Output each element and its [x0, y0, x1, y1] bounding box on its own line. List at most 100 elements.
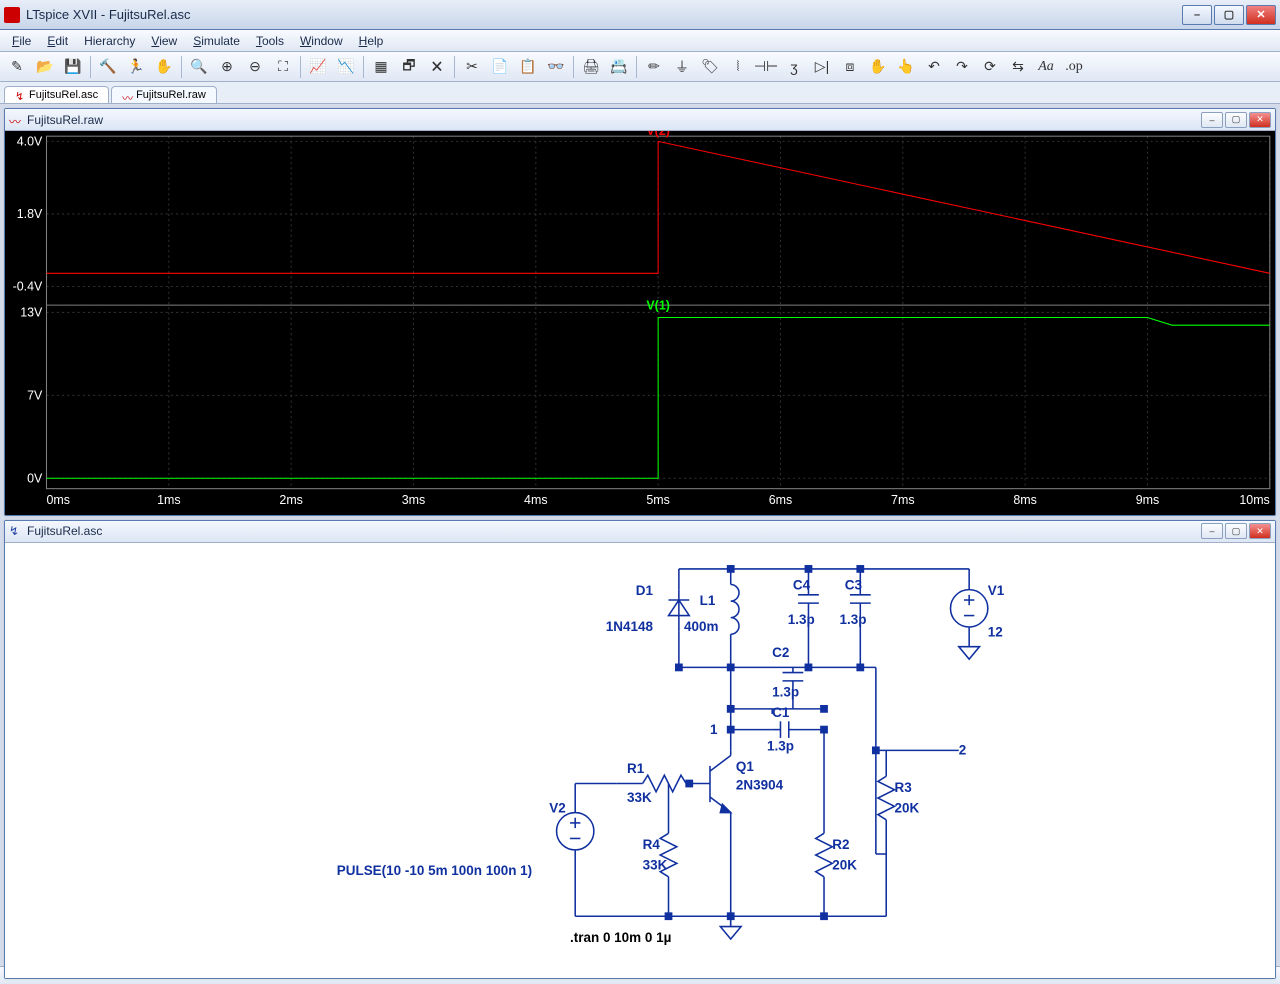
xtick-label: 5ms	[646, 493, 670, 507]
menu-window[interactable]: Window	[292, 32, 351, 50]
component-label-r2[interactable]: R2	[832, 836, 849, 851]
autorange-icon[interactable]: 📈	[305, 55, 331, 79]
move-icon[interactable]: ✋	[865, 55, 891, 79]
zoom-pan-icon[interactable]: ⊕	[214, 55, 240, 79]
trace-label-v2[interactable]: V(2)	[646, 131, 670, 138]
print-setup-icon[interactable]: 📇	[606, 55, 632, 79]
run-button[interactable]: 🏃	[123, 55, 149, 79]
waveform-titlebar[interactable]: 〰 FujitsuRel.raw – ▢ ✕	[5, 109, 1275, 131]
paste-icon[interactable]: 📋	[515, 55, 541, 79]
component-label-v1[interactable]: V1	[988, 582, 1005, 597]
schematic-canvas[interactable]: V1 12 D1 1N4148 L1 400m	[5, 543, 1275, 978]
component-value-c1[interactable]: 1.3p	[767, 738, 794, 753]
component-label-l1[interactable]: L1	[700, 593, 716, 608]
schematic-titlebar[interactable]: ↯ FujitsuRel.asc – ▢ ✕	[5, 521, 1275, 543]
schematic-window-title: FujitsuRel.asc	[27, 524, 1201, 538]
zoom-in-icon[interactable]: 🔍	[186, 55, 212, 79]
window-minimize-button[interactable]: –	[1182, 5, 1212, 25]
component-value-v2[interactable]: PULSE(10 -10 5m 100n 100n 1)	[337, 862, 532, 877]
print-icon[interactable]: 🖨	[578, 55, 604, 79]
mirror-icon[interactable]: ⇆	[1005, 55, 1031, 79]
spice-directive[interactable]: .tran 0 10m 0 1µ	[570, 930, 671, 945]
component-label-c3[interactable]: C3	[845, 577, 862, 592]
ytick-label: 7V	[27, 389, 43, 403]
zoom-out-icon[interactable]: ⊖	[242, 55, 268, 79]
rotate-icon[interactable]: ⟳	[977, 55, 1003, 79]
xtick-label: 4ms	[524, 493, 548, 507]
component-value-r2[interactable]: 20K	[832, 857, 857, 872]
halt-icon[interactable]: ✋	[151, 55, 177, 79]
component-value-c3[interactable]: 1.3p	[840, 611, 867, 626]
spice-directive-icon[interactable]: .op	[1061, 55, 1087, 79]
component-value-r3[interactable]: 20K	[895, 800, 920, 815]
cascade-icon[interactable]: 🗗	[396, 55, 422, 79]
toolbar-separator	[300, 56, 301, 78]
search-icon[interactable]: 👓	[543, 55, 569, 79]
component-label-r3[interactable]: R3	[895, 779, 912, 794]
component-value-c2[interactable]: 1.3p	[772, 684, 799, 699]
subwin-maximize-button[interactable]: ▢	[1225, 112, 1247, 128]
component-label-c4[interactable]: C4	[793, 577, 811, 592]
inductor-icon[interactable]: ʒ	[781, 55, 807, 79]
resistor-icon[interactable]: ⦚	[725, 55, 751, 79]
component-value-v1[interactable]: 12	[988, 624, 1003, 639]
component-value-d1[interactable]: 1N4148	[606, 619, 654, 634]
schematic-icon: ↯	[9, 524, 23, 538]
close-window-icon[interactable]: 🗙	[424, 55, 450, 79]
tile-icon[interactable]: ▦	[368, 55, 394, 79]
app-icon	[4, 7, 20, 23]
menu-file[interactable]: File	[4, 32, 39, 50]
waveform-plot-area[interactable]: 4.0V 1.8V -0.4V 13V 7V 0V V(2) V(1) 0ms1…	[5, 131, 1275, 515]
label-net-icon[interactable]: 🏷	[697, 55, 723, 79]
undo-icon[interactable]: ↶	[921, 55, 947, 79]
component-value-r1[interactable]: 33K	[627, 790, 652, 805]
net-label-2[interactable]: 2	[959, 742, 967, 757]
subwin-minimize-button[interactable]: –	[1201, 523, 1223, 539]
open-button[interactable]: 📂	[32, 55, 58, 79]
window-maximize-button[interactable]: ▢	[1214, 5, 1244, 25]
component-label-q1[interactable]: Q1	[736, 759, 754, 774]
menu-edit[interactable]: Edit	[39, 32, 76, 50]
subwin-minimize-button[interactable]: –	[1201, 112, 1223, 128]
xtick-label: 3ms	[402, 493, 425, 507]
new-schematic-button[interactable]: ✎	[4, 55, 30, 79]
component-label-c1[interactable]: C1	[772, 705, 790, 720]
tab-schematic[interactable]: ↯ FujitsuRel.asc	[4, 86, 109, 103]
redo-icon[interactable]: ↷	[949, 55, 975, 79]
subwin-maximize-button[interactable]: ▢	[1225, 523, 1247, 539]
menu-tools[interactable]: Tools	[248, 32, 292, 50]
window-close-button[interactable]: ✕	[1246, 5, 1276, 25]
component-label-c2[interactable]: C2	[772, 645, 789, 660]
pick-visible-icon[interactable]: 📉	[333, 55, 359, 79]
hammer-icon[interactable]: 🔨	[95, 55, 121, 79]
draw-wire-icon[interactable]: ✏	[641, 55, 667, 79]
component-label-d1[interactable]: D1	[636, 582, 654, 597]
drag-icon[interactable]: 👆	[893, 55, 919, 79]
subwin-close-button[interactable]: ✕	[1249, 112, 1271, 128]
title-bar: LTspice XVII - FujitsuRel.asc – ▢ ✕	[0, 0, 1280, 30]
diode-icon[interactable]: ▷|	[809, 55, 835, 79]
menu-view[interactable]: View	[143, 32, 185, 50]
capacitor-icon[interactable]: ⊣⊢	[753, 55, 779, 79]
tab-waveform[interactable]: 〰 FujitsuRel.raw	[111, 86, 217, 103]
save-button[interactable]: 💾	[60, 55, 86, 79]
component-icon[interactable]: ⧈	[837, 55, 863, 79]
menu-simulate[interactable]: Simulate	[185, 32, 248, 50]
subwin-close-button[interactable]: ✕	[1249, 523, 1271, 539]
component-value-q1[interactable]: 2N3904	[736, 777, 784, 792]
ground-icon[interactable]: ⏚	[669, 55, 695, 79]
component-value-l1[interactable]: 400m	[684, 619, 718, 634]
menu-hierarchy[interactable]: Hierarchy	[76, 32, 143, 50]
trace-label-v1[interactable]: V(1)	[646, 298, 670, 312]
menu-help[interactable]: Help	[351, 32, 392, 50]
component-value-r4[interactable]: 33K	[643, 857, 668, 872]
component-label-v2[interactable]: V2	[549, 800, 565, 815]
copy-icon[interactable]: 📄	[487, 55, 513, 79]
component-label-r4[interactable]: R4	[643, 836, 661, 851]
net-label-1[interactable]: 1	[710, 721, 718, 736]
component-label-r1[interactable]: R1	[627, 761, 645, 776]
cut-icon[interactable]: ✂	[459, 55, 485, 79]
zoom-fit-icon[interactable]: ⛶	[270, 55, 296, 79]
component-value-c4[interactable]: 1.3p	[788, 611, 815, 626]
text-icon[interactable]: Aa	[1033, 55, 1059, 79]
